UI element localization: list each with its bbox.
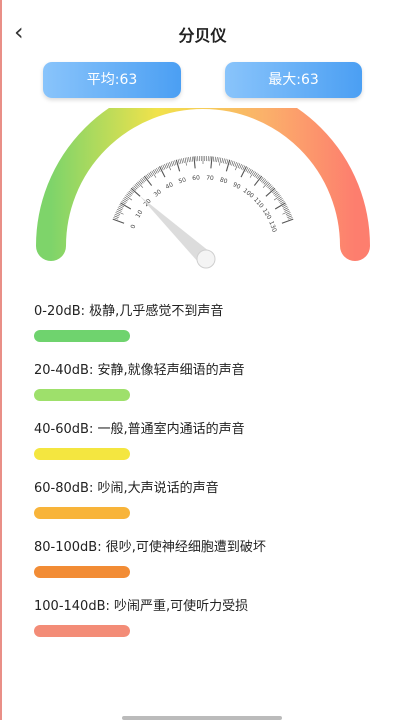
level-label: 40-60dB: 一般,普通室内通话的声音: [34, 422, 245, 437]
needle-hub: [196, 249, 216, 269]
home-indicator[interactable]: [122, 716, 282, 720]
gauge-tick-label: 60: [192, 174, 200, 182]
level-item-20-40: 20-40dB: 安静,就像轻声细语的声音: [34, 362, 245, 401]
level-color-bar: [34, 566, 130, 578]
level-item-80-100: 80-100dB: 很吵,可使神经细胞遭到破坏: [34, 539, 266, 578]
header: ‹ 分贝仪: [0, 0, 405, 64]
level-item-40-60: 40-60dB: 一般,普通室内通话的声音: [34, 421, 245, 460]
level-color-bar: [34, 448, 130, 460]
page-title: 分贝仪: [178, 26, 227, 45]
decibel-gauge: 0102030405060708090100110120130: [36, 108, 370, 278]
level-label: 100-140dB: 吵闹严重,可使听力受损: [34, 599, 249, 614]
level-label: 80-100dB: 很吵,可使神经细胞遭到破坏: [34, 540, 266, 555]
level-color-bar: [34, 330, 130, 342]
level-item-60-80: 60-80dB: 吵闹,大声说话的声音: [34, 480, 219, 519]
maximum-badge: 最大:63: [225, 62, 362, 98]
level-item-0-20: 0-20dB: 极静,几乎感觉不到声音: [34, 303, 223, 342]
average-badge: 平均:63: [43, 62, 181, 98]
level-label: 60-80dB: 吵闹,大声说话的声音: [34, 481, 219, 496]
level-label: 0-20dB: 极静,几乎感觉不到声音: [34, 304, 224, 319]
gauge-tick-label: 70: [206, 174, 214, 182]
level-color-bar: [34, 507, 130, 519]
level-color-bar: [34, 625, 130, 637]
level-item-100-140: 100-140dB: 吵闹严重,可使听力受损: [34, 598, 248, 637]
level-label: 20-40dB: 安静,就像轻声细语的声音: [34, 363, 245, 378]
level-color-bar: [34, 389, 130, 401]
